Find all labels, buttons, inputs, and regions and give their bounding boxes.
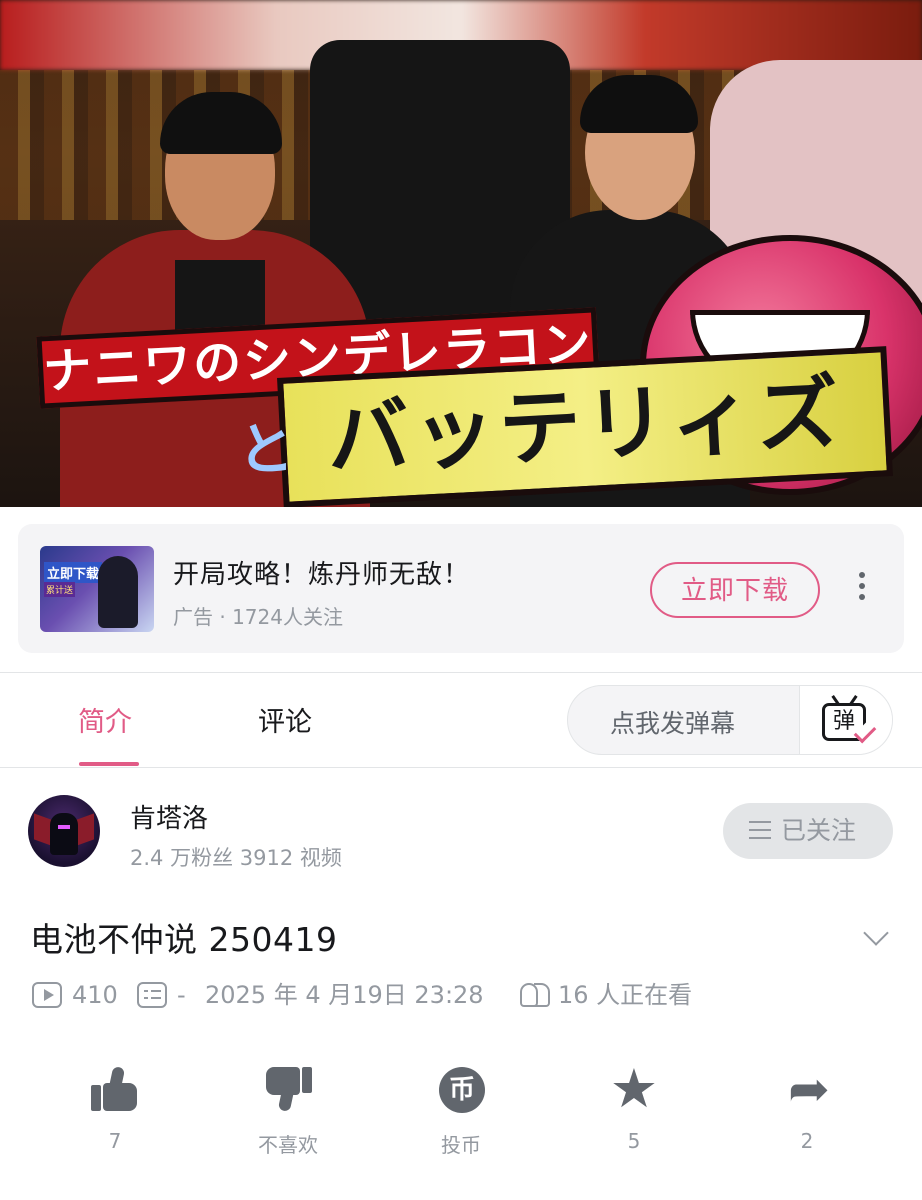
ad-thumbnail-figure (98, 556, 138, 628)
share-icon: ➦ (788, 1060, 830, 1118)
video-title: 电池不仲说 250419 (30, 920, 338, 959)
favorite-button[interactable]: ★ 5 (584, 1057, 684, 1154)
coin-label: 投币 (441, 1133, 481, 1157)
menu-icon (749, 821, 771, 839)
active-tab-indicator (79, 762, 139, 766)
ad-download-button[interactable]: 立即下载 (650, 562, 820, 618)
like-count: 7 (108, 1129, 122, 1153)
danmaku-count-icon (137, 982, 167, 1008)
ad-card[interactable]: 立即下载 累计送 开局攻略！炼丹师无敌！ 广告 · 1724人关注 立即下载 (18, 524, 904, 653)
thumbs-up-icon (89, 1063, 141, 1115)
coin-icon: 币 (435, 1063, 487, 1115)
star-icon: ★ (609, 1057, 659, 1120)
video-player[interactable]: ナニワのシンデレラコンビ バッテリィズ と (0, 0, 922, 507)
tab-intro[interactable]: 简介 (78, 700, 132, 739)
coin-glyph: 币 (439, 1067, 485, 1113)
like-button[interactable]: 7 (65, 1063, 165, 1153)
danmaku-bar: 点我发弹幕 弹 (567, 685, 893, 755)
dislike-label: 不喜欢 (258, 1133, 318, 1157)
ad-thumbnail-subtag: 累计送 (44, 582, 76, 597)
avatar-eye (58, 825, 70, 829)
share-button[interactable]: ➦ 2 (757, 1063, 857, 1153)
ad-thumbnail-tag: 立即下载 (44, 562, 103, 583)
ad-meta: 广告 · 1724人关注 (173, 605, 343, 629)
favorite-count: 5 (627, 1129, 641, 1153)
follow-button-label: 已关注 (781, 816, 857, 845)
play-count: 410 (72, 981, 118, 1009)
uploader-avatar[interactable] (28, 795, 100, 867)
ad-title[interactable]: 开局攻略！炼丹师无敌！ (173, 554, 470, 591)
publish-time: 2025 年 4 月19日 23:28 (205, 981, 484, 1009)
watching-now: 16 人正在看 (558, 981, 693, 1009)
dislike-button[interactable]: 不喜欢 (238, 1063, 338, 1158)
viewers-icon (518, 981, 552, 1009)
share-count: 2 (800, 1129, 814, 1153)
tab-comments[interactable]: 评论 (258, 700, 312, 739)
danmaku-input[interactable]: 点我发弹幕 (610, 704, 735, 740)
more-options-icon[interactable] (850, 572, 874, 608)
play-count-icon (32, 982, 62, 1008)
coin-button[interactable]: 币 投币 (411, 1063, 511, 1158)
uploader-stats: 2.4 万粉丝 3912 视频 (130, 846, 342, 870)
divider (0, 767, 922, 768)
uploader-name[interactable]: 肯塔洛 (130, 798, 208, 835)
ad-thumbnail[interactable]: 立即下载 累计送 (40, 546, 154, 632)
divider (0, 672, 922, 673)
avatar-figure (50, 813, 78, 855)
danmaku-toggle-button[interactable]: 弹 (799, 686, 892, 754)
chevron-down-icon[interactable] (862, 922, 888, 948)
danmaku-count: - (177, 981, 186, 1009)
follow-button[interactable]: 已关注 (723, 803, 893, 859)
video-overlay-title-connector: と (238, 418, 294, 483)
thumbs-down-icon (262, 1063, 314, 1115)
